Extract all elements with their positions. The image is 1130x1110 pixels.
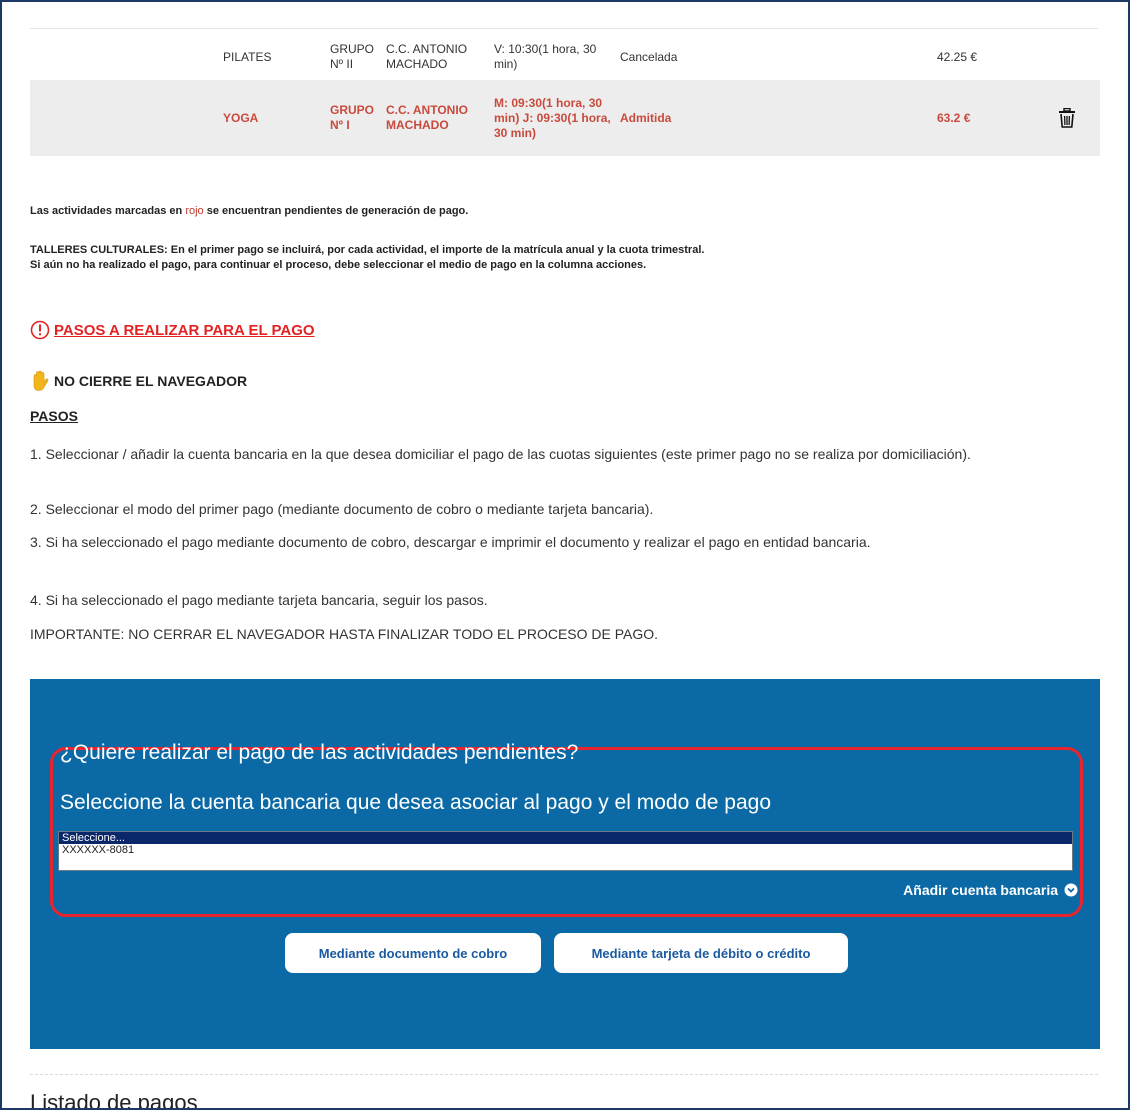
pending-note: Las actividades marcadas en rojo se encu… — [30, 205, 469, 217]
step-1: 1. Seleccionar / añadir la cuenta bancar… — [30, 446, 971, 462]
payment-instruction: Seleccione la cuenta bancaria que desea … — [60, 791, 771, 814]
schedule: M: 09:30(1 hora, 30 min) J: 09:30(1 hora… — [494, 95, 611, 140]
bank-account-select[interactable]: Seleccione... XXXXXX-8081 — [58, 831, 1073, 871]
bottom-divider — [30, 1074, 1098, 1075]
activity-name: YOGA — [223, 110, 259, 125]
trash-icon — [1058, 108, 1075, 128]
payment-question: ¿Quiere realizar el pago de las activida… — [60, 741, 579, 764]
payment-steps-label: PASOS A REALIZAR PARA EL PAGO — [54, 321, 315, 339]
chevron-down-circle-icon — [1064, 883, 1078, 897]
add-bank-account-link[interactable]: Añadir cuenta bancaria — [903, 882, 1078, 898]
step-2: 2. Seleccionar el modo del primer pago (… — [30, 501, 654, 517]
center-name: C.C. ANTONIO MACHADO — [386, 42, 468, 71]
page-frame: PILATES GRUPO Nº II C.C. ANTONIO MACHADO… — [0, 0, 1130, 1110]
center-name: C.C. ANTONIO MACHADO — [386, 103, 469, 132]
alert-icon — [30, 320, 50, 340]
activities-table: PILATES GRUPO Nº II C.C. ANTONIO MACHADO… — [30, 34, 1100, 156]
status: Admitida — [620, 110, 672, 125]
delete-activity-button[interactable] — [1033, 80, 1100, 156]
group-name: GRUPO Nº II — [330, 42, 375, 71]
table-row: YOGA GRUPO Nº I C.C. ANTONIO MACHADO M: … — [30, 80, 1100, 156]
talleres-note: TALLERES CULTURALES: En el primer pago s… — [30, 244, 705, 256]
status: Cancelada — [620, 49, 678, 64]
table-row: PILATES GRUPO Nº II C.C. ANTONIO MACHADO… — [30, 34, 1100, 80]
pay-by-card-button[interactable]: Mediante tarjeta de débito o crédito — [554, 933, 848, 973]
top-divider — [30, 28, 1098, 29]
payments-list-title: Listado de pagos — [30, 1090, 198, 1110]
account-option[interactable]: XXXXXX-8081 — [59, 844, 1072, 856]
step-3: 3. Si ha seleccionado el pago mediante d… — [30, 534, 871, 550]
steps-title: PASOS — [30, 408, 78, 424]
price: 63.2 € — [937, 110, 971, 125]
price: 42.25 € — [937, 49, 978, 64]
important-note: IMPORTANTE: NO CERRAR EL NAVEGADOR HASTA… — [30, 626, 659, 642]
red-word: rojo — [185, 205, 204, 217]
hand-icon — [33, 370, 49, 391]
step-4: 4. Si ha seleccionado el pago mediante t… — [30, 592, 488, 608]
browser-warning: NO CIERRE EL NAVEGADOR — [30, 370, 247, 392]
talleres-note-2: Si aún no ha realizado el pago, para con… — [30, 259, 647, 271]
account-option-placeholder[interactable]: Seleccione... — [59, 832, 1072, 844]
pay-by-document-button[interactable]: Mediante documento de cobro — [285, 933, 541, 973]
activity-name: PILATES — [223, 49, 272, 64]
schedule: V: 10:30(1 hora, 30 min) — [494, 42, 597, 71]
payment-panel: ¿Quiere realizar el pago de las activida… — [30, 679, 1100, 1049]
group-name: GRUPO Nº I — [330, 103, 375, 132]
payment-steps-link[interactable]: PASOS A REALIZAR PARA EL PAGO — [30, 320, 315, 340]
